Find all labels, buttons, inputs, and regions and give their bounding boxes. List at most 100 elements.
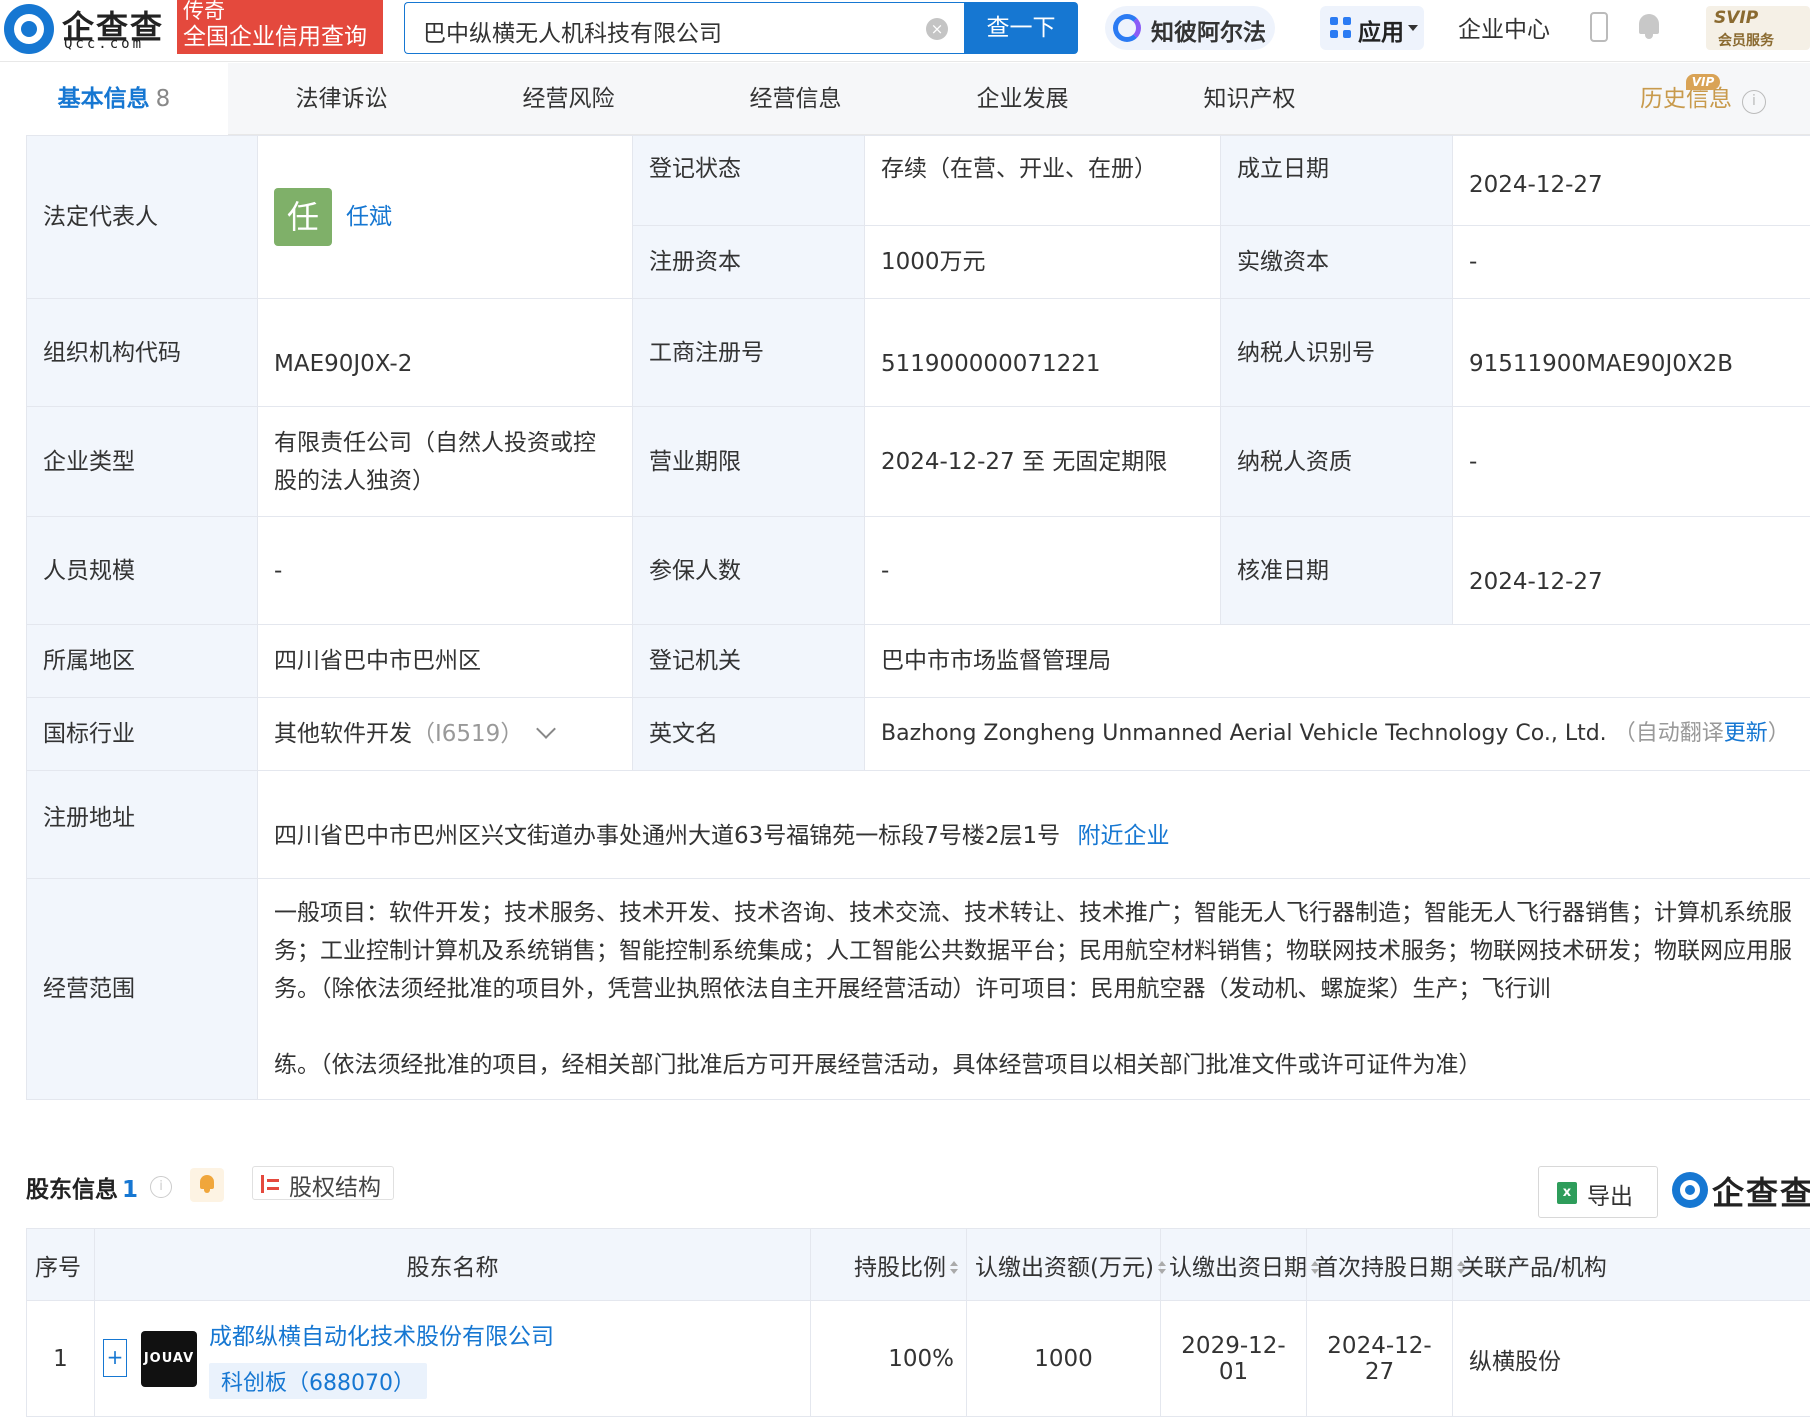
english-name-label: 英文名 — [632, 697, 865, 771]
reg-status-value: 存续（在营、开业、在册） — [864, 135, 1221, 226]
update-link[interactable]: 更新 — [1724, 721, 1768, 746]
english-name-cell: Bazhong Zongheng Unmanned Aerial Vehicle… — [864, 697, 1810, 771]
insured-value: - — [864, 516, 1221, 625]
tab-legal[interactable]: 法律诉讼 — [228, 63, 455, 135]
caret-down-icon — [1408, 25, 1418, 31]
expand-plus-icon[interactable]: + — [103, 1339, 127, 1377]
region-value: 四川省巴中市巴州区 — [257, 624, 633, 698]
shareholders-title-text: 股东信息 — [26, 1177, 118, 1203]
taxpayer-id-label: 纳税人识别号 — [1220, 298, 1453, 407]
search-input-value[interactable]: 巴中纵横无人机科技有限公司 — [423, 14, 722, 48]
paid-capital-label: 实缴资本 — [1220, 225, 1453, 299]
related-product-link[interactable]: 纵横股份 — [1452, 1300, 1810, 1417]
slogan-banner[interactable]: 传奇 全国企业信用查询 — [177, 0, 383, 54]
scope-cell: 一般项目：软件开发；技术服务、技术开发、技术咨询、技术交流、技术转让、技术推广；… — [257, 878, 1810, 1100]
vip-badge: VIP — [1686, 74, 1720, 90]
tree-icon — [261, 1175, 279, 1193]
authority-value: 巴中市市场监督管理局 — [864, 624, 1810, 698]
company-logo[interactable]: JOUAV — [141, 1331, 197, 1387]
region-label: 所属地区 — [26, 624, 258, 698]
search-button[interactable]: 查一下 — [964, 2, 1078, 54]
sort-icon[interactable] — [1311, 1261, 1319, 1275]
svip-label: SVIP — [1714, 8, 1759, 28]
listing-tag[interactable]: 科创板（688070） — [209, 1363, 427, 1399]
tab-risk[interactable]: 经营风险 — [455, 63, 682, 135]
org-code-value: MAE90J0X-2 — [257, 298, 633, 407]
tab-development[interactable]: 企业发展 — [909, 63, 1136, 135]
taxpayer-qual-value: - — [1452, 406, 1810, 517]
basic-info-table: 法定代表人 任任斌 登记状态 存续（在营、开业、在册） 成立日期 2024-12… — [26, 135, 1810, 1100]
shareholders-title: 股东信息 1 — [26, 1170, 138, 1204]
clear-icon[interactable]: × — [926, 18, 948, 40]
insured-label: 参保人数 — [632, 516, 865, 625]
sort-icon[interactable] — [1157, 1261, 1166, 1275]
industry-cell: 其他软件开发（I6519） — [257, 697, 633, 771]
col-first-date[interactable]: 首次持股日期 — [1306, 1228, 1465, 1301]
legal-rep-link[interactable]: 任斌 — [346, 204, 392, 230]
biz-term-label: 营业期限 — [632, 406, 865, 517]
biz-reg-no-label: 工商注册号 — [632, 298, 865, 407]
shareholder-name-link[interactable]: 成都纵横自动化技术股份有限公司 — [209, 1317, 554, 1351]
reg-capital-label: 注册资本 — [632, 225, 865, 299]
col-index: 序号 — [26, 1228, 95, 1301]
staff-size-value: - — [257, 516, 633, 625]
sort-icon[interactable] — [1457, 1261, 1465, 1275]
col-date[interactable]: 认缴出资日期 — [1160, 1228, 1319, 1301]
row-amount: 1000 — [966, 1300, 1161, 1417]
ai-logo-icon — [1113, 14, 1141, 42]
search-input[interactable]: 巴中纵横无人机科技有限公司 × — [404, 2, 964, 54]
col-date-label: 认缴出资日期 — [1169, 1254, 1307, 1281]
taxpayer-qual-label: 纳税人资质 — [1220, 406, 1453, 517]
approve-date-value: 2024-12-27 — [1452, 516, 1810, 625]
avatar[interactable]: 任 — [274, 188, 332, 246]
auto-translate-note: （自动翻译 — [1613, 721, 1724, 746]
mobile-icon[interactable] — [1590, 12, 1608, 42]
apps-grid-icon — [1330, 17, 1352, 39]
chevron-down-icon[interactable] — [536, 719, 557, 739]
col-first-date-label: 首次持股日期 — [1315, 1254, 1453, 1281]
tab-basic-info[interactable]: 基本信息 8 — [0, 63, 228, 135]
watermark-logo-icon — [1672, 1172, 1708, 1208]
address-cell: 四川省巴中市巴州区兴文街道办事处通州大道63号福锦苑一标段7号楼2层1号 附近企… — [257, 770, 1810, 879]
enterprise-center-link[interactable]: 企业中心 — [1458, 10, 1550, 44]
org-code-label: 组织机构代码 — [26, 298, 258, 407]
export-label: 导出 — [1587, 1184, 1633, 1210]
approve-date-label: 核准日期 — [1220, 516, 1453, 625]
shareholders-table: 序号 股东名称 持股比例 认缴出资额(万元) 认缴出资日期 首次持股日期 关联产… — [26, 1228, 1810, 1417]
shareholders-count: 1 — [122, 1177, 139, 1203]
apps-dropdown[interactable]: 应用 — [1320, 6, 1424, 50]
export-button[interactable]: x 导出 — [1538, 1166, 1658, 1218]
reg-status-label: 登记状态 — [632, 135, 865, 226]
ai-assistant-label: 知彼阿尔法 — [1151, 20, 1266, 46]
info-icon[interactable]: i — [150, 1176, 172, 1198]
info-icon[interactable]: i — [1742, 90, 1766, 114]
svip-button[interactable]: SVIP 会员服务 — [1706, 6, 1810, 50]
address-value: 四川省巴中市巴州区兴文街道办事处通州大道63号福锦苑一标段7号楼2层1号 — [274, 823, 1061, 849]
address-label: 注册地址 — [26, 770, 258, 879]
logo-domain: Qcc.com — [64, 36, 145, 52]
col-name: 股东名称 — [94, 1228, 811, 1301]
company-type-label: 企业类型 — [26, 406, 258, 517]
company-type-value: 有限责任公司（自然人投资或控股的法人独资） — [257, 406, 633, 517]
industry-value: 其他软件开发 — [274, 721, 412, 747]
reg-capital-value: 1000万元 — [864, 225, 1221, 299]
ai-assistant-button[interactable]: 知彼阿尔法 — [1105, 6, 1275, 50]
english-name-value: Bazhong Zongheng Unmanned Aerial Vehicle… — [881, 721, 1607, 746]
monitor-bell-icon[interactable] — [190, 1168, 224, 1202]
qcc-logo-icon[interactable] — [4, 4, 54, 54]
legal-rep-label: 法定代表人 — [26, 135, 258, 299]
nearby-companies-link[interactable]: 附近企业 — [1077, 823, 1169, 849]
scope-text-part1: 一般项目：软件开发；技术服务、技术开发、技术咨询、技术交流、技术转让、技术推广；… — [274, 900, 1792, 1002]
tab-ip[interactable]: 知识产权 — [1136, 63, 1363, 135]
notification-bell-icon[interactable] — [1636, 12, 1662, 40]
col-ratio[interactable]: 持股比例 — [810, 1228, 967, 1301]
biz-reg-no-value: 511900000071221 — [864, 298, 1221, 407]
col-amount[interactable]: 认缴出资额(万元) — [966, 1228, 1166, 1301]
found-date-label: 成立日期 — [1220, 135, 1453, 226]
svip-sublabel: 会员服务 — [1718, 33, 1774, 49]
sort-icon[interactable] — [950, 1261, 958, 1275]
col-amount-label: 认缴出资额(万元) — [975, 1254, 1154, 1281]
equity-structure-button[interactable]: 股权结构 — [252, 1166, 394, 1201]
industry-label: 国标行业 — [26, 697, 258, 771]
tab-operation[interactable]: 经营信息 — [682, 63, 909, 135]
